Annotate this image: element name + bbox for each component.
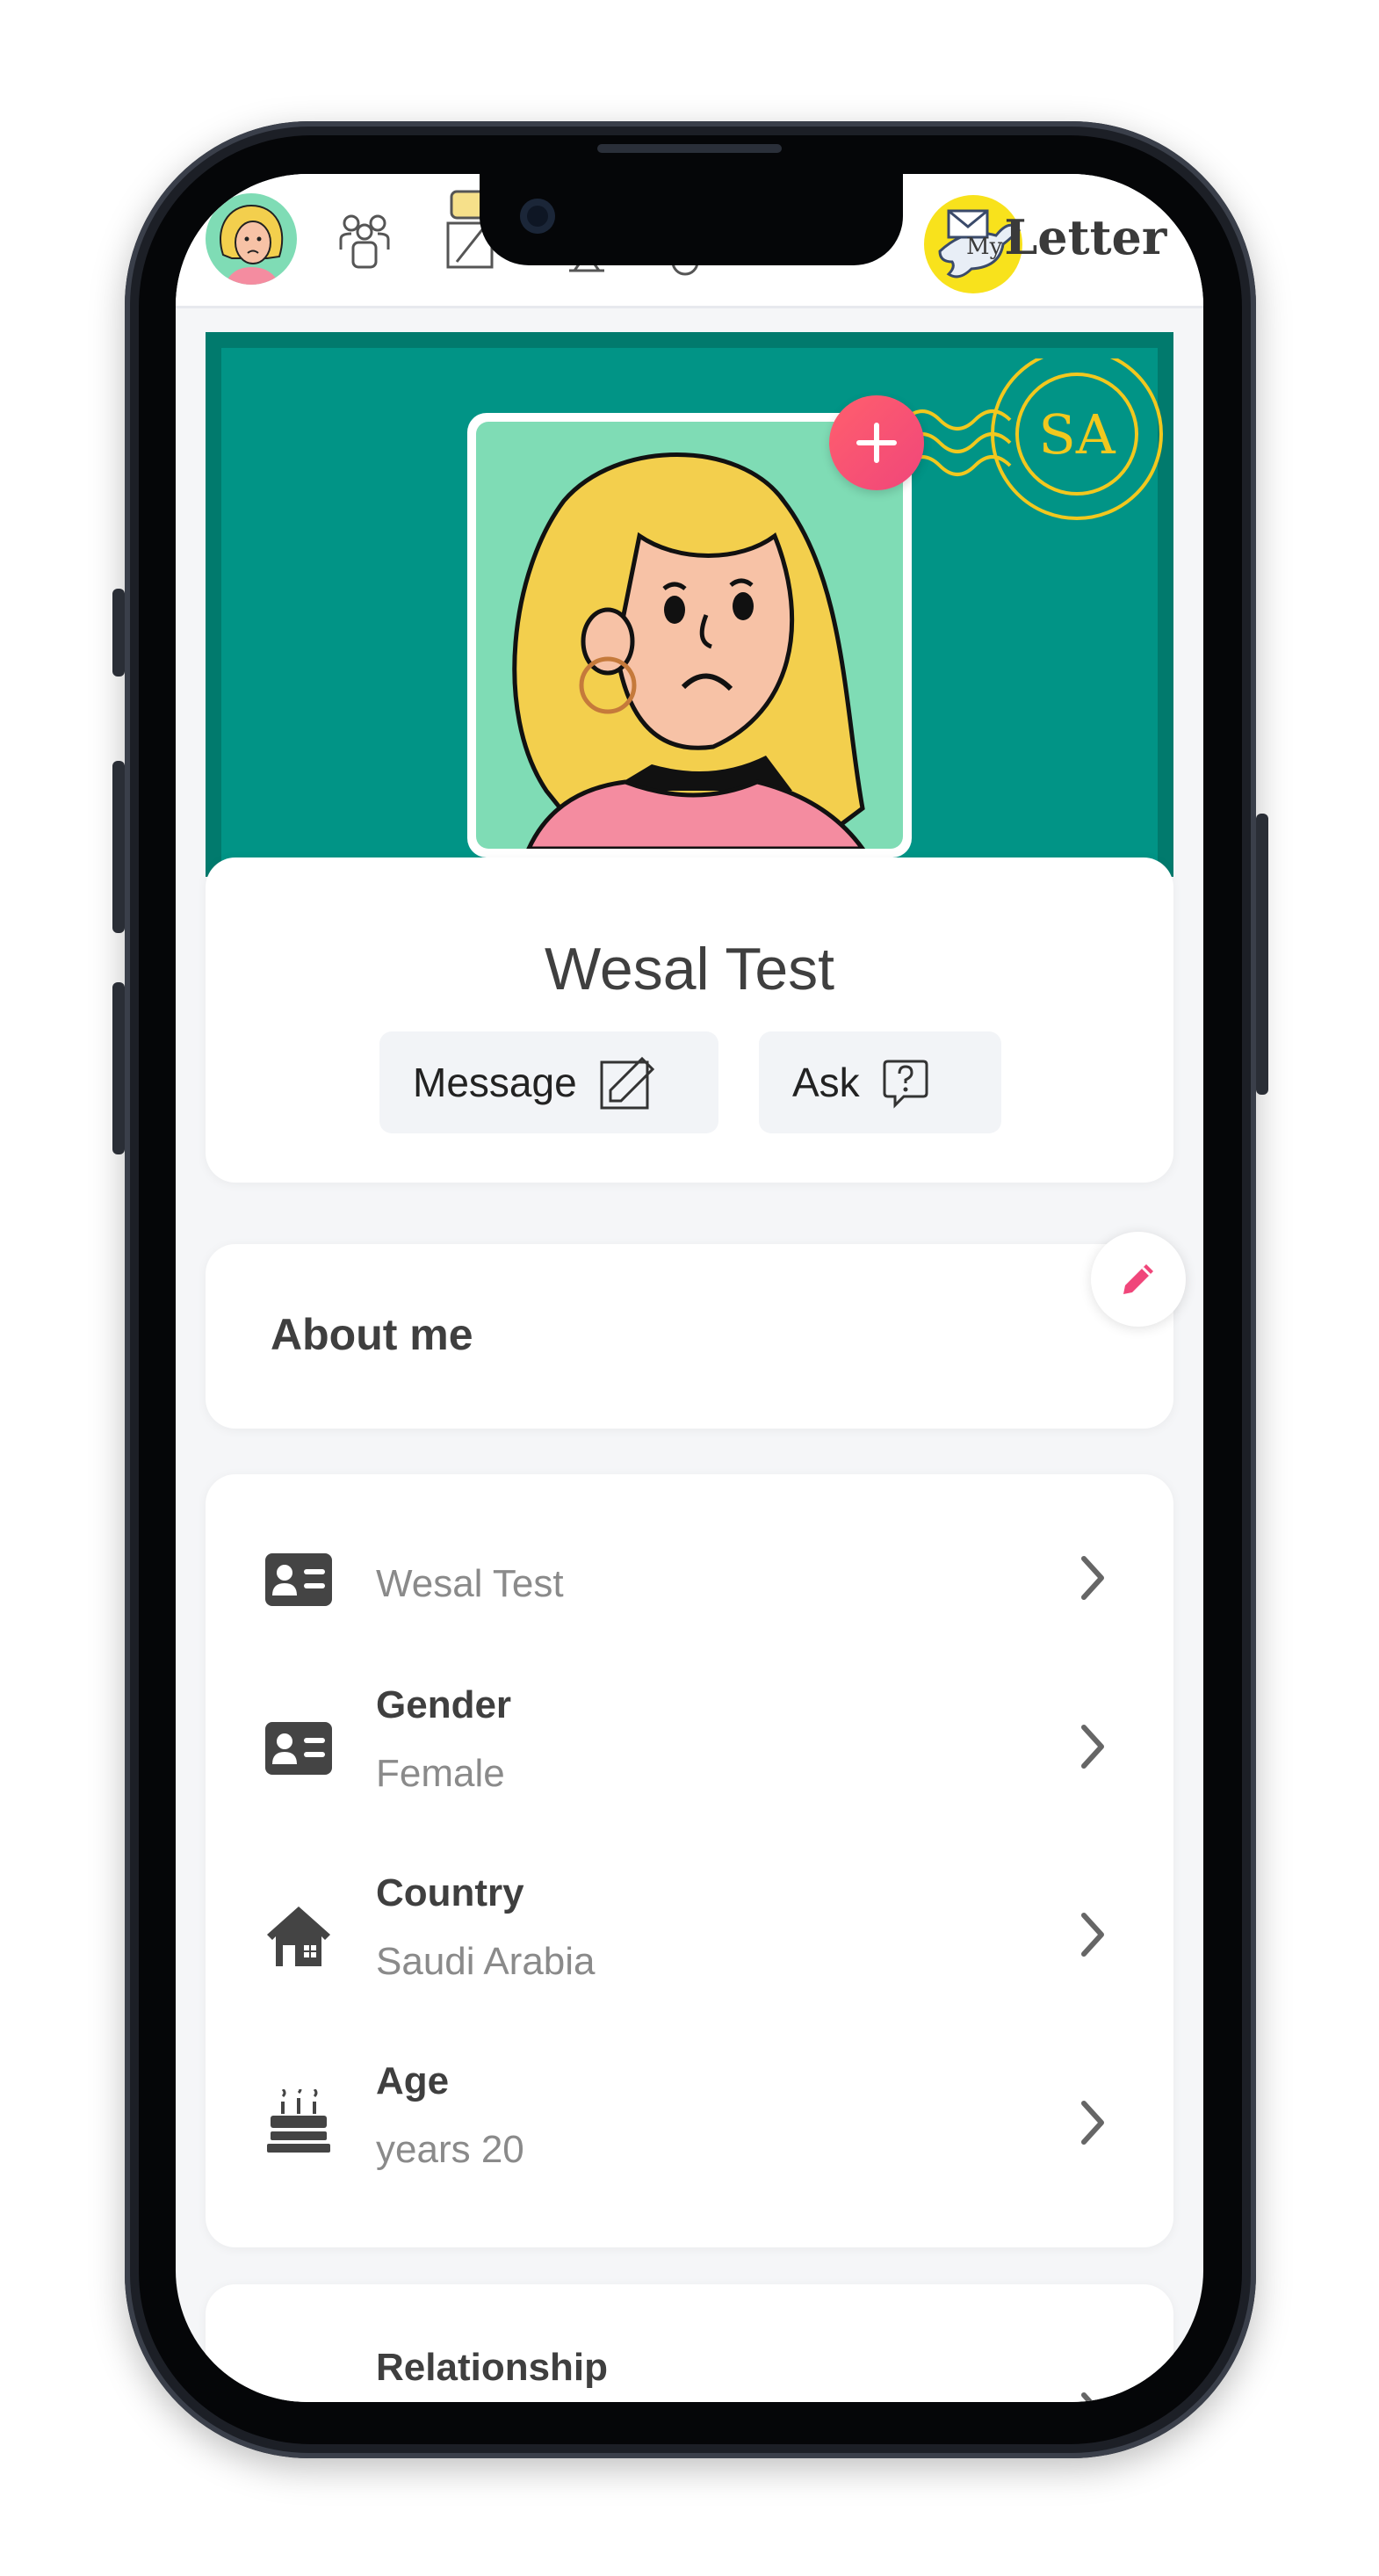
ask-button-label: Ask: [792, 1060, 860, 1105]
plus-icon: [856, 423, 897, 463]
volume-up-button: [112, 761, 125, 933]
relationship-card[interactable]: Relationship: [206, 2284, 1173, 2402]
app-screen: MyLetter SA Wesal Test Message Ask About…: [176, 174, 1203, 2402]
rings-icon: [264, 2390, 334, 2402]
friends-icon[interactable]: [334, 207, 395, 269]
mute-switch: [112, 589, 125, 677]
front-camera: [520, 199, 555, 234]
id-card-icon: [265, 1722, 332, 1775]
chevron-right-icon: [1081, 1556, 1104, 1600]
question-bubble-icon: [883, 1060, 928, 1109]
info-age-value: years 20: [376, 2128, 524, 2171]
info-age-label: Age: [376, 2059, 450, 2102]
add-stamp-button[interactable]: [829, 395, 924, 490]
message-button-label: Message: [413, 1060, 577, 1105]
profile-summary-card: Wesal Test Message Ask: [206, 857, 1173, 1183]
profile-info-card: Wesal Test Gender Female Country Saudi A…: [206, 1474, 1173, 2247]
info-row-age[interactable]: Age years 20: [206, 2035, 1173, 2211]
brand-word: Letter: [1004, 209, 1167, 265]
speaker-grille: [597, 144, 782, 153]
power-button: [1256, 814, 1268, 1095]
pencil-icon: [1123, 1264, 1153, 1294]
relationship-label: Relationship: [376, 2346, 609, 2389]
info-row-name[interactable]: Wesal Test: [206, 1492, 1173, 1668]
profile-illustration-icon: [512, 452, 866, 849]
info-gender-label: Gender: [376, 1683, 512, 1726]
id-card-icon: [265, 1553, 332, 1606]
info-row-country[interactable]: Country Saudi Arabia: [206, 1847, 1173, 2022]
birthday-cake-icon: [267, 2089, 330, 2153]
house-icon: [267, 1907, 330, 1966]
stamp-code: SA: [1038, 402, 1115, 467]
ask-button[interactable]: Ask: [759, 1031, 1001, 1133]
postmark-icon: SA: [903, 348, 1163, 520]
chevron-right-icon: [1081, 2101, 1104, 2145]
edit-about-button[interactable]: [1091, 1232, 1186, 1327]
brand-name: MyLetter: [966, 209, 1166, 265]
info-gender-value: Female: [376, 1752, 505, 1795]
profile-name: Wesal Test: [544, 936, 835, 1002]
info-name-value: Wesal Test: [376, 1562, 564, 1605]
chevron-right-icon: [1081, 1725, 1104, 1769]
chevron-right-icon: [1081, 1913, 1104, 1957]
brand-prefix: My: [966, 234, 1003, 260]
about-me-title: About me: [271, 1310, 473, 1359]
info-row-gender[interactable]: Gender Female: [206, 1659, 1173, 1834]
profile-photo[interactable]: [467, 413, 912, 857]
info-country-label: Country: [376, 1871, 524, 1914]
profile-photo-frame: [476, 422, 903, 849]
chevron-right-icon: [1081, 2392, 1094, 2402]
info-country-value: Saudi Arabia: [376, 1940, 596, 1983]
message-button[interactable]: Message: [379, 1031, 718, 1133]
country-postmark: SA: [903, 348, 1168, 552]
avatar-face-icon: [219, 204, 284, 285]
compose-icon: [600, 1056, 654, 1110]
volume-down-button: [112, 982, 125, 1154]
about-me-card[interactable]: About me: [206, 1244, 1173, 1429]
user-avatar[interactable]: [206, 193, 297, 285]
